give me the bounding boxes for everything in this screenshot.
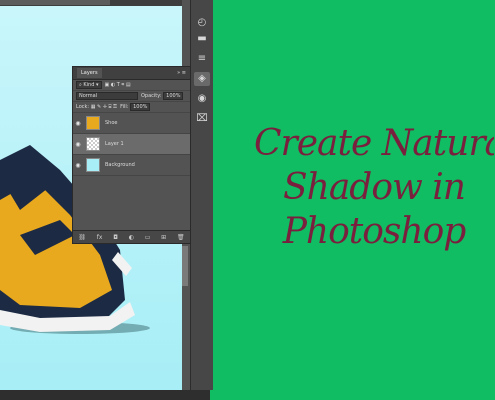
opacity-label: Opacity: — [141, 93, 162, 99]
blend-row: Normal Opacity: 100% — [73, 91, 190, 102]
comment-icon[interactable]: ▬ — [194, 32, 210, 46]
visibility-eye-icon[interactable]: ◉ — [73, 120, 83, 127]
layer-name: Background — [105, 162, 135, 168]
fill-label: Fill: — [120, 104, 129, 110]
lock-row: Lock: ▦ ✎ ✛ ⌸ ⚿ Fill: 100% — [73, 102, 190, 113]
styles-icon[interactable]: ◉ — [194, 92, 210, 106]
status-bar — [0, 390, 210, 400]
layers-tab[interactable]: Layers — [77, 68, 102, 78]
visibility-eye-icon[interactable]: ◉ — [73, 141, 83, 148]
filter-row: ⌕ Kind ▾ ▣ ◐ T ⌗ ▤ — [73, 80, 190, 91]
trash-icon[interactable]: 🗑 — [177, 234, 185, 241]
headline-line-1: Create Natural — [254, 123, 494, 164]
headline-line-3: Photoshop — [282, 211, 467, 252]
layers-panel-header: Layers » ≡ — [73, 67, 190, 80]
layer-name: Shoe — [105, 120, 118, 126]
layer-thumbnail — [86, 116, 100, 130]
fill-input[interactable]: 100% — [130, 103, 151, 111]
group-icon[interactable]: ▭ — [145, 234, 151, 241]
layer-name: Layer 1 — [105, 141, 124, 147]
filter-kind-label: Kind — [83, 82, 95, 88]
layers-panel: Layers » ≡ ⌕ Kind ▾ ▣ ◐ T ⌗ ▤ Normal Opa… — [72, 66, 191, 244]
layer-row-background[interactable]: ◉ Background — [73, 155, 190, 176]
adjustments-icon[interactable]: ≡ — [194, 52, 210, 66]
layer-row-layer-1[interactable]: ◉ Layer 1 — [73, 134, 190, 155]
mask-icon[interactable]: ◘ — [113, 234, 118, 241]
layer-thumbnail — [86, 158, 100, 172]
lock-label: Lock: — [76, 104, 90, 110]
document-tab-bar — [0, 0, 210, 6]
filter-icons[interactable]: ▣ ◐ T ⌗ ▤ — [105, 82, 131, 88]
document-tab[interactable] — [0, 0, 110, 5]
filter-kind-select[interactable]: ⌕ Kind ▾ — [76, 81, 102, 89]
layer-row-shoe[interactable]: ◉ Shoe — [73, 113, 190, 134]
panel-scrollbar[interactable] — [182, 246, 188, 286]
link-icon[interactable]: ⛓ — [78, 234, 86, 241]
panel-menu-icon[interactable]: » ≡ — [177, 70, 186, 76]
headline-text: Create Natural Shadow in Photoshop — [254, 122, 494, 282]
layers-icon[interactable]: ◈ — [194, 72, 210, 86]
history-icon[interactable]: ◴ — [194, 16, 210, 30]
layers-footer: ⛓ fx ◘ ◐ ▭ ⊞ 🗑 — [73, 230, 190, 243]
fx-icon[interactable]: fx — [97, 234, 103, 241]
headline-line-2: Shadow in — [283, 167, 466, 208]
opacity-input[interactable]: 100% — [163, 92, 184, 100]
transform-icon[interactable]: ⌧ — [194, 112, 210, 126]
visibility-eye-icon[interactable]: ◉ — [73, 162, 83, 169]
layer-thumbnail — [86, 137, 100, 151]
panel-icon-strip: ◴ ▬ ≡ ◈ ◉ ⌧ — [190, 0, 213, 390]
adjustment-icon[interactable]: ◐ — [129, 234, 134, 241]
lock-icons[interactable]: ▦ ✎ ✛ ⌸ ⚿ — [91, 104, 117, 110]
blend-mode-select[interactable]: Normal — [76, 92, 138, 100]
new-layer-icon[interactable]: ⊞ — [161, 234, 166, 241]
